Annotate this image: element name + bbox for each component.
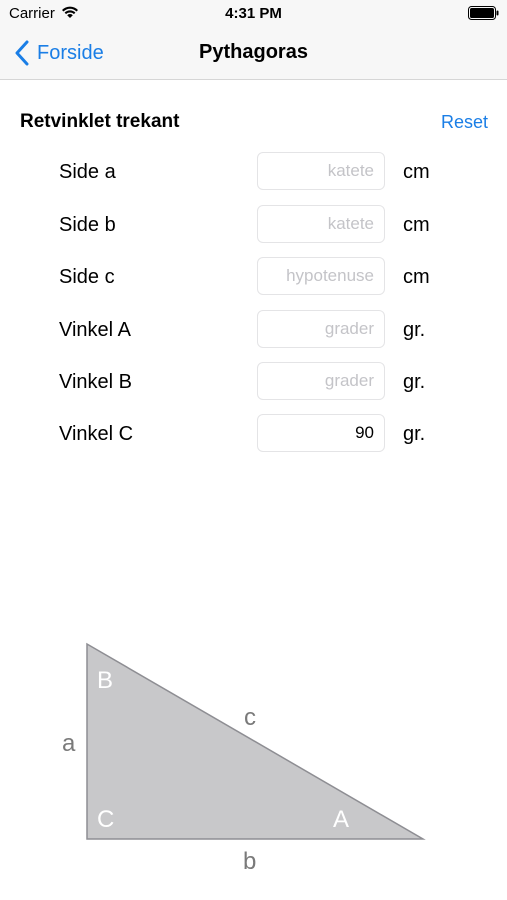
side-b-label: Side b: [59, 214, 116, 236]
side-b-unit: cm: [403, 214, 430, 236]
section-title: Retvinklet trekant: [20, 111, 180, 132]
row-side-c: Side c cm: [0, 257, 507, 295]
status-bar: Carrier 4:31 PM: [0, 0, 507, 28]
reset-button[interactable]: Reset: [441, 112, 488, 133]
vertex-a-label: A: [333, 806, 350, 833]
angle-c-unit: gr.: [403, 423, 426, 445]
row-angle-c: Vinkel C gr.: [0, 414, 507, 452]
angle-b-unit: gr.: [403, 371, 426, 393]
side-b-diagram-label: b: [243, 848, 257, 875]
side-a-label: Side a: [59, 161, 116, 183]
angle-a-input[interactable]: [257, 310, 385, 348]
row-angle-a: Vinkel A gr.: [0, 310, 507, 348]
vertex-b-label: B: [97, 667, 114, 694]
page-title: Pythagoras: [199, 41, 308, 63]
side-a-unit: cm: [403, 161, 430, 183]
navigation-bar: Forside Pythagoras: [0, 28, 507, 80]
side-a-diagram-label: a: [62, 730, 76, 757]
row-angle-b: Vinkel B gr.: [0, 362, 507, 400]
row-side-a: Side a cm: [0, 152, 507, 190]
side-a-input[interactable]: [257, 152, 385, 190]
battery-icon: [468, 6, 499, 20]
angle-c-input[interactable]: [257, 414, 385, 452]
angle-a-label: Vinkel A: [59, 319, 131, 341]
side-c-diagram-label: c: [244, 704, 256, 731]
side-b-input[interactable]: [257, 205, 385, 243]
row-side-b: Side b cm: [0, 205, 507, 243]
angle-c-label: Vinkel C: [59, 423, 134, 445]
angle-b-label: Vinkel B: [59, 371, 133, 393]
triangle-diagram: B c a C A b: [0, 620, 507, 890]
side-c-input[interactable]: [257, 257, 385, 295]
vertex-c-label: C: [97, 806, 115, 833]
angle-b-input[interactable]: [257, 362, 385, 400]
side-c-label: Side c: [59, 266, 115, 288]
clock: 4:31 PM: [225, 5, 282, 22]
side-c-unit: cm: [403, 266, 430, 288]
angle-a-unit: gr.: [403, 319, 426, 341]
